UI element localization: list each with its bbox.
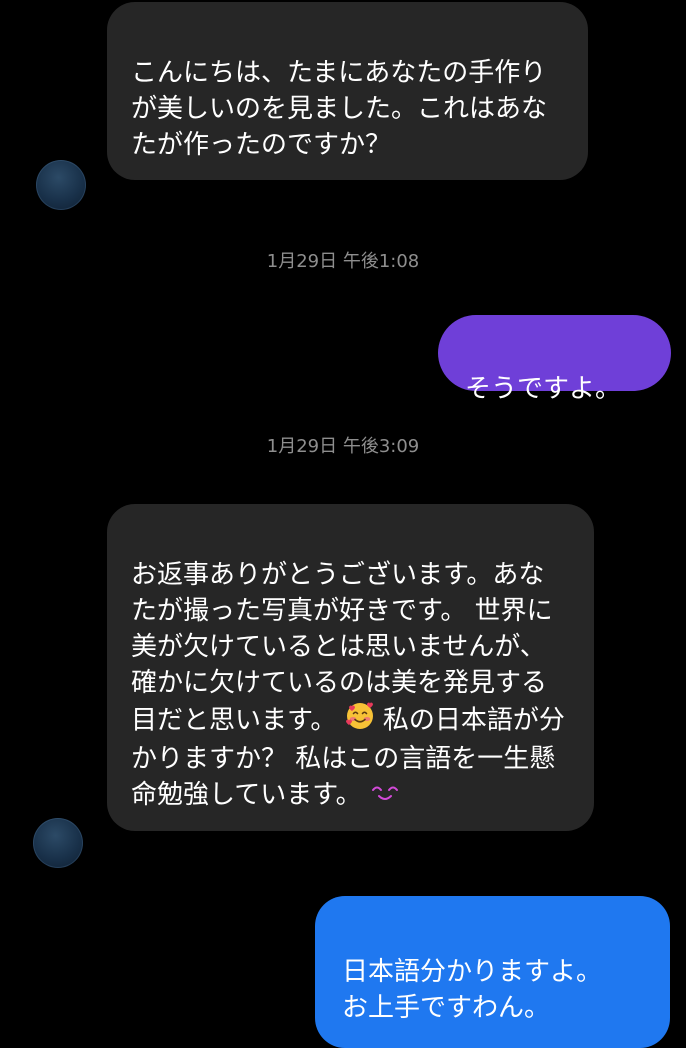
outgoing-message-2[interactable]: 日本語分かりますよ。 お上手ですわん。 xyxy=(315,896,670,1048)
sender-avatar[interactable] xyxy=(36,160,86,210)
outgoing-message-2-text: 日本語分かりますよ。 お上手ですわん。 xyxy=(342,957,603,1023)
incoming-message-1[interactable]: こんにちは、たまにあなたの手作りが美しいのを見ました。これはあなたが作ったのです… xyxy=(107,2,588,180)
outgoing-message-1[interactable]: そうですよ。 xyxy=(438,315,671,404)
incoming-message-2[interactable]: お返事ありがとうございます。あなたが撮った写真が好きです。 世界に美が欠けている… xyxy=(107,504,594,831)
smiling-eyes-icon xyxy=(370,778,400,814)
timestamp-1: 1月29日 午後1:08 xyxy=(266,251,420,272)
incoming-message-1-text: こんにちは、たまにあなたの手作りが美しいのを見ました。これはあなたが作ったのです… xyxy=(131,58,548,160)
timestamp-2: 1月29日 午後3:09 xyxy=(266,436,420,457)
smiling-face-with-hearts-icon xyxy=(345,701,375,741)
outgoing-message-1-text: そうですよ。 xyxy=(465,374,622,404)
sender-avatar[interactable] xyxy=(33,818,83,868)
